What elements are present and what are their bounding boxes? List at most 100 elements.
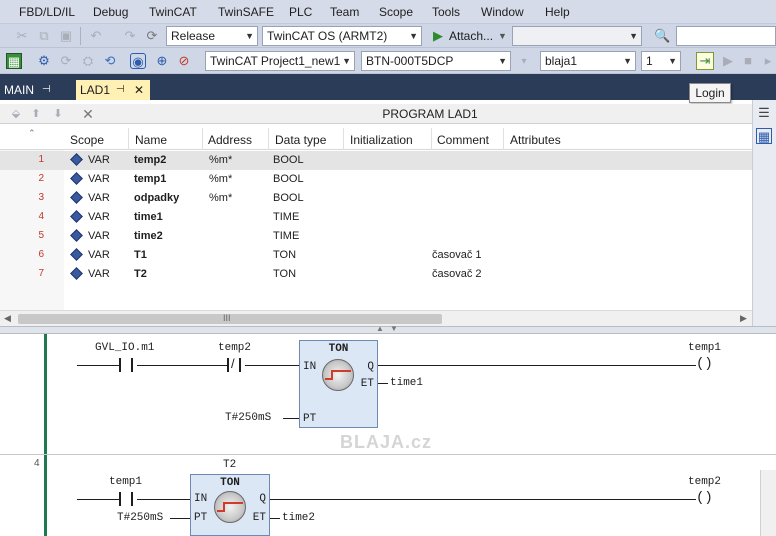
menu-debug[interactable]: Debug [93, 5, 128, 19]
menu-twinsafe[interactable]: TwinSAFE [218, 5, 274, 19]
output-coil[interactable]: () [696, 491, 716, 506]
column-separator [202, 128, 203, 150]
table-row[interactable]: 1 VAR temp2 %m* BOOL [0, 151, 752, 170]
column-separator [503, 128, 504, 150]
ton-block-t1[interactable]: TON IN PT Q ET [299, 340, 378, 428]
table-row[interactable]: 4 VAR time1 TIME [0, 208, 752, 227]
document-tab-strip: MAIN ⊣ LAD1 ⊣ ✕ [0, 74, 776, 100]
et-variable: time1 [390, 377, 424, 389]
pin-icon[interactable]: ⊣ [116, 80, 125, 100]
row-data-type: BOOL [273, 154, 304, 166]
vertical-scrollbar[interactable] [760, 470, 776, 536]
editor-splitter[interactable]: ▲ ▼ [0, 324, 776, 334]
row-scope: VAR [88, 154, 110, 166]
port-select[interactable]: 1 ▼ [641, 51, 681, 71]
sort-icon[interactable]: ⌃ [28, 128, 36, 139]
chevron-down-icon[interactable]: ▾ [516, 54, 532, 70]
menu-plc[interactable]: PLC [289, 5, 312, 19]
table-row[interactable]: 7 VAR T2 TON časovač 2 [0, 265, 752, 284]
no-contact[interactable] [119, 358, 133, 372]
project-select[interactable]: TwinCAT Project1_new1 ▼ [205, 51, 355, 71]
collapse-up-icon[interactable]: ▲ [376, 324, 384, 333]
disconnect-icon[interactable]: ⊘ [176, 53, 192, 69]
login-icon[interactable]: ⇥ [696, 52, 714, 70]
row-number: 4 [38, 211, 44, 222]
table-row[interactable]: 2 VAR temp1 %m* BOOL [0, 170, 752, 189]
restart-icon[interactable]: ⟲ [102, 53, 118, 69]
config-mode-icon[interactable]: ⛭ [80, 53, 96, 69]
scrollbar-thumb[interactable]: III [18, 313, 442, 324]
attach-button[interactable]: Attach... [449, 29, 493, 43]
table-row[interactable]: 5 VAR time2 TIME [0, 227, 752, 246]
column-header-name[interactable]: Name [135, 133, 167, 147]
redo-icon[interactable]: ↷ [122, 28, 138, 44]
menu-twincat[interactable]: TwinCAT [149, 5, 197, 19]
column-header-attributes[interactable]: Attributes [510, 133, 561, 147]
build-configuration-select[interactable]: Release ▼ [166, 26, 258, 46]
twincat-toolbar: ▦ ⚙ ⟳ ⛭ ⟲ ◉ ⊕ ⊘ TwinCAT Project1_new1 ▼ … [0, 48, 776, 74]
tab-main[interactable]: MAIN ⊣ [0, 80, 70, 100]
row-scope: VAR [88, 268, 110, 280]
table-row[interactable]: 3 VAR odpadky %m* BOOL [0, 189, 752, 208]
scroll-right-icon[interactable]: ▶ [740, 313, 747, 324]
reload-devices-icon[interactable]: ⟳ [58, 53, 74, 69]
wire [270, 499, 696, 500]
delete-icon[interactable]: ✕ [80, 106, 96, 122]
table-row[interactable]: 6 VAR T1 TON časovač 1 [0, 246, 752, 265]
contact-label: temp2 [218, 342, 252, 354]
undo-icon[interactable]: ↶ [88, 28, 104, 44]
row-scope: VAR [88, 211, 110, 223]
move-up-icon[interactable]: ⬆ [28, 106, 44, 122]
move-down-icon[interactable]: ⬇ [50, 106, 66, 122]
start-icon[interactable]: ▶ [720, 53, 736, 69]
search-input[interactable] [676, 26, 776, 46]
menu-fbd-ld-il[interactable]: FBD/LD/IL [19, 5, 75, 19]
insert-icon[interactable]: ⬙ [8, 106, 24, 122]
network-separator [0, 454, 776, 455]
column-header-initialization[interactable]: Initialization [350, 133, 413, 147]
tabular-view-icon[interactable]: ▦ [756, 128, 772, 144]
pin-icon[interactable]: ⊣ [42, 80, 51, 100]
tab-lad1[interactable]: LAD1 ⊣ ✕ [76, 80, 150, 100]
variable-icon [70, 229, 83, 242]
chevron-down-icon: ▼ [409, 31, 418, 41]
pin-q: Q [367, 361, 374, 373]
collapse-down-icon[interactable]: ▼ [390, 324, 398, 333]
row-scope: VAR [88, 173, 110, 185]
find-icon[interactable]: 🔍 [654, 28, 670, 44]
menu-team[interactable]: Team [330, 5, 359, 19]
block-type: TON [220, 477, 240, 489]
row-name: temp2 [134, 154, 167, 166]
scan-icon[interactable]: ◉ [130, 53, 146, 69]
target-icon[interactable]: ⊕ [154, 53, 170, 69]
column-header-address[interactable]: Address [208, 133, 252, 147]
menu-help[interactable]: Help [545, 5, 570, 19]
find-combo[interactable]: ▼ [512, 26, 642, 46]
activate-config-icon[interactable]: ▦ [6, 53, 22, 69]
no-contact[interactable] [119, 492, 133, 506]
paste-icon[interactable]: ▣ [58, 28, 74, 44]
close-icon[interactable]: ✕ [134, 80, 144, 100]
refresh-icon[interactable]: ⟳ [144, 28, 160, 44]
ton-block-t2[interactable]: TON IN PT Q ET [190, 474, 270, 536]
stop-icon[interactable]: ■ [740, 53, 756, 69]
column-header-scope[interactable]: Scope [70, 133, 104, 147]
chevron-down-icon[interactable]: ▼ [498, 31, 507, 41]
run-mode-icon[interactable]: ⚙ [36, 53, 52, 69]
cut-icon[interactable]: ✂ [14, 28, 30, 44]
textual-view-icon[interactable]: ☰ [756, 105, 772, 121]
plc-project-select[interactable]: blaja1 ▼ [540, 51, 636, 71]
column-header-comment[interactable]: Comment [437, 133, 489, 147]
copy-icon[interactable]: ⧉ [36, 28, 52, 44]
menu-tools[interactable]: Tools [432, 5, 460, 19]
column-header-data-type[interactable]: Data type [275, 133, 326, 147]
left-power-rail [44, 334, 47, 536]
menu-window[interactable]: Window [481, 5, 524, 19]
target-system-select[interactable]: BTN-000T5DCP ▼ [361, 51, 511, 71]
chevron-down-icon: ▼ [629, 31, 638, 41]
scroll-left-icon[interactable]: ◀ [4, 313, 11, 324]
platform-select[interactable]: TwinCAT OS (ARMT2) ▼ [262, 26, 422, 46]
menu-scope[interactable]: Scope [379, 5, 413, 19]
more-icon[interactable]: ▸ [760, 53, 776, 69]
output-coil[interactable]: () [696, 357, 716, 372]
